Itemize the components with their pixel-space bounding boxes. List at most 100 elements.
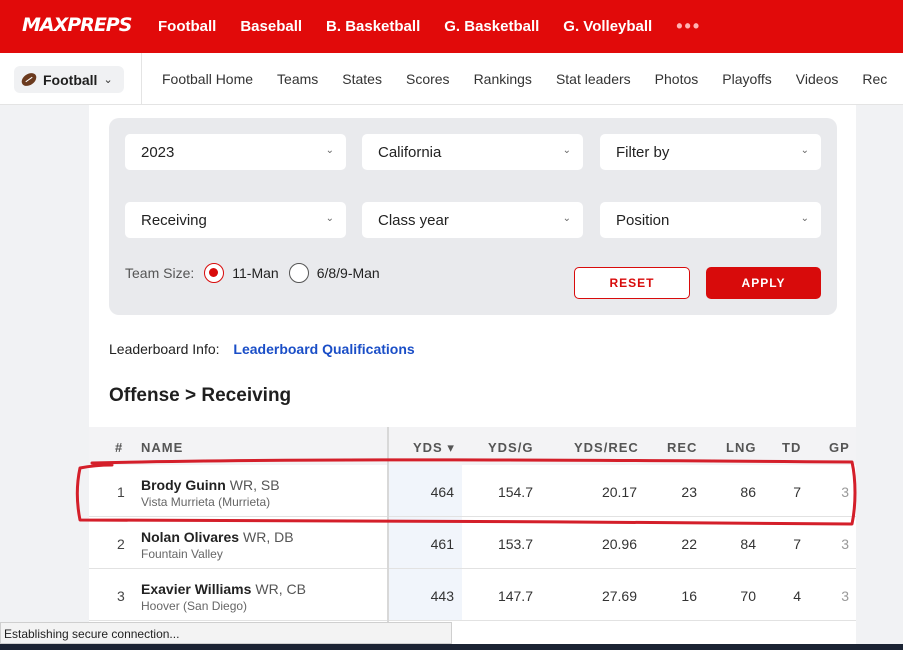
radio-11-man-label[interactable]: 11-Man bbox=[232, 265, 278, 281]
radio-6-8-9-man[interactable] bbox=[288, 263, 309, 283]
player-name-link[interactable]: Nolan Olivares WR, DB bbox=[141, 529, 294, 545]
leaderboard-info-label: Leaderboard Info: bbox=[109, 341, 220, 357]
header-gp[interactable]: GP bbox=[829, 440, 850, 455]
cell-rec: 16 bbox=[681, 588, 697, 604]
top-nav-girls-volleyball[interactable]: G. Volleyball bbox=[563, 18, 652, 35]
top-nav-bar: MAXPREPS Football Baseball B. Basketball… bbox=[0, 0, 903, 53]
cell-yds-rec: 20.17 bbox=[601, 484, 637, 500]
cell-lng: 70 bbox=[740, 588, 756, 604]
filter-by-dropdown[interactable]: Filter by ⌄ bbox=[600, 134, 821, 170]
player-school[interactable]: Fountain Valley bbox=[141, 547, 223, 561]
sport-selector[interactable]: Football ⌄ bbox=[14, 66, 124, 93]
subnav-teams[interactable]: Teams bbox=[277, 71, 318, 87]
cell-yds: 443 bbox=[430, 588, 454, 604]
subnav-videos[interactable]: Videos bbox=[796, 71, 839, 87]
row-rank: 3 bbox=[117, 588, 125, 604]
more-icon[interactable]: ••• bbox=[676, 16, 701, 37]
cell-yds: 464 bbox=[430, 484, 454, 500]
header-name[interactable]: NAME bbox=[141, 440, 183, 455]
top-nav-girls-basketball[interactable]: G. Basketball bbox=[444, 18, 539, 35]
top-nav-baseball[interactable]: Baseball bbox=[240, 18, 302, 35]
subnav-playoffs[interactable]: Playoffs bbox=[722, 71, 772, 87]
row-rank: 1 bbox=[117, 484, 125, 500]
subnav-football-home[interactable]: Football Home bbox=[162, 71, 253, 87]
logo-text: MAXPREPS bbox=[22, 14, 132, 36]
sub-nav-links: Football Home Teams States Scores Rankin… bbox=[162, 53, 903, 105]
browser-status-bar: Establishing secure connection... bbox=[0, 622, 452, 644]
table-row[interactable]: 1 Brody Guinn WR, SB Vista Murrieta (Murr… bbox=[89, 465, 856, 517]
cell-td: 7 bbox=[793, 536, 801, 552]
year-value: 2023 bbox=[141, 143, 175, 161]
reset-button[interactable]: RESET bbox=[574, 267, 690, 299]
table-row[interactable]: 2 Nolan Olivares WR, DB Fountain Valley 4… bbox=[89, 517, 856, 569]
state-value: California bbox=[378, 143, 442, 161]
cell-yds-rec: 27.69 bbox=[601, 588, 637, 604]
header-rec[interactable]: REC bbox=[667, 440, 697, 455]
header-lng[interactable]: LNG bbox=[726, 440, 756, 455]
state-dropdown[interactable]: California ⌄ bbox=[362, 134, 583, 170]
subnav-rec[interactable]: Rec bbox=[862, 71, 887, 87]
header-yds-rec[interactable]: YDS/REC bbox=[574, 440, 639, 455]
player-name-link[interactable]: Exavier Williams WR, CB bbox=[141, 581, 306, 597]
cell-td: 4 bbox=[793, 588, 801, 604]
cell-lng: 84 bbox=[740, 536, 756, 552]
cell-yds-g: 153.7 bbox=[497, 536, 533, 552]
apply-button[interactable]: APPLY bbox=[706, 267, 821, 299]
chevron-down-icon: ⌄ bbox=[800, 213, 809, 224]
chevron-down-icon: ⌄ bbox=[800, 145, 809, 156]
header-td[interactable]: TD bbox=[782, 440, 801, 455]
category-dropdown[interactable]: Receiving ⌄ bbox=[125, 202, 346, 238]
filter-panel: 2023 ⌄ California ⌄ Filter by ⌄ Receivin… bbox=[109, 118, 837, 315]
subnav-photos[interactable]: Photos bbox=[655, 71, 699, 87]
table-header: # NAME YDS ▾ YDS/G YDS/REC REC LNG TD GP bbox=[89, 427, 856, 465]
top-nav-boys-basketball[interactable]: B. Basketball bbox=[326, 18, 420, 35]
cell-yds-rec: 20.96 bbox=[601, 536, 637, 552]
sport-selector-label: Football bbox=[43, 71, 98, 88]
subnav-rankings[interactable]: Rankings bbox=[474, 71, 532, 87]
sport-tabs: Football Baseball B. Basketball G. Baske… bbox=[158, 0, 725, 53]
cell-gp: 3 bbox=[841, 484, 849, 500]
cell-yds: 461 bbox=[430, 536, 454, 552]
maxpreps-logo[interactable]: MAXPREPS bbox=[22, 10, 132, 42]
player-name[interactable]: Nolan Olivares bbox=[141, 529, 239, 545]
player-position: WR, CB bbox=[255, 581, 306, 597]
section-title: Offense > Receiving bbox=[109, 385, 292, 406]
chevron-down-icon: ⌄ bbox=[562, 213, 571, 224]
nav-divider bbox=[141, 53, 142, 105]
player-name-link[interactable]: Brody Guinn WR, SB bbox=[141, 477, 280, 493]
team-size-group: Team Size: 11-Man 6/8/9-Man bbox=[125, 263, 380, 283]
main-content: 2023 ⌄ California ⌄ Filter by ⌄ Receivin… bbox=[89, 105, 856, 650]
player-name[interactable]: Brody Guinn bbox=[141, 477, 226, 493]
subnav-stat-leaders[interactable]: Stat leaders bbox=[556, 71, 631, 87]
header-yds-g[interactable]: YDS/G bbox=[488, 440, 533, 455]
cell-rec: 22 bbox=[681, 536, 697, 552]
header-rank: # bbox=[115, 440, 124, 455]
team-size-label: Team Size: bbox=[125, 265, 195, 281]
table-row[interactable]: 3 Exavier Williams WR, CB Hoover (San Die… bbox=[89, 569, 856, 621]
radio-11-man[interactable] bbox=[204, 263, 225, 283]
cell-gp: 3 bbox=[841, 536, 849, 552]
year-dropdown[interactable]: 2023 ⌄ bbox=[125, 134, 346, 170]
position-dropdown[interactable]: Position ⌄ bbox=[600, 202, 821, 238]
category-value: Receiving bbox=[141, 211, 207, 229]
header-yds[interactable]: YDS ▾ bbox=[413, 440, 455, 456]
class-year-dropdown[interactable]: Class year ⌄ bbox=[362, 202, 583, 238]
player-name[interactable]: Exavier Williams bbox=[141, 581, 251, 597]
top-nav-football[interactable]: Football bbox=[158, 18, 216, 35]
player-school[interactable]: Vista Murrieta (Murrieta) bbox=[141, 495, 270, 509]
position-value: Position bbox=[616, 211, 670, 229]
secondary-nav-bar: Football ⌄ Football Home Teams States Sc… bbox=[0, 53, 903, 105]
chevron-down-icon: ⌄ bbox=[325, 213, 334, 224]
class-year-value: Class year bbox=[378, 211, 449, 229]
row-rank: 2 bbox=[117, 536, 125, 552]
chevron-down-icon: ⌄ bbox=[562, 145, 571, 156]
radio-6-8-9-man-label[interactable]: 6/8/9-Man bbox=[317, 265, 380, 281]
filter-by-value: Filter by bbox=[616, 143, 670, 161]
player-school[interactable]: Hoover (San Diego) bbox=[141, 599, 247, 613]
subnav-states[interactable]: States bbox=[342, 71, 382, 87]
cell-rec: 23 bbox=[681, 484, 697, 500]
leaderboard-qualifications-link[interactable]: Leaderboard Qualifications bbox=[233, 341, 414, 357]
football-icon bbox=[19, 70, 39, 89]
subnav-scores[interactable]: Scores bbox=[406, 71, 450, 87]
stats-table: # NAME YDS ▾ YDS/G YDS/REC REC LNG TD GP… bbox=[89, 427, 856, 650]
